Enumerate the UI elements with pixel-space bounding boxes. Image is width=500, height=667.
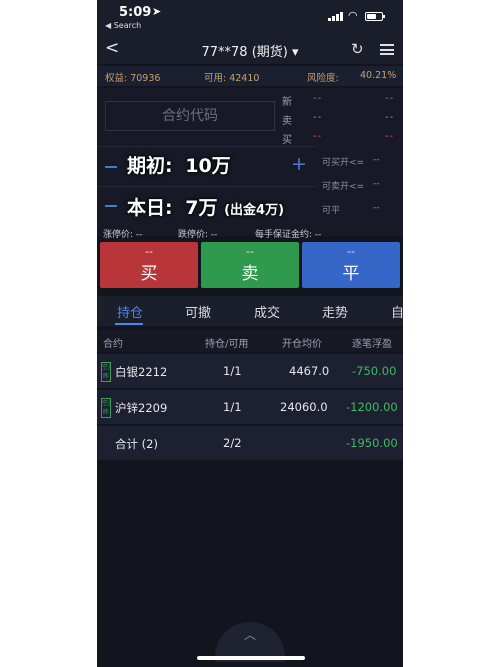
quote-last-change: -- [385, 93, 395, 104]
signal-icon [328, 11, 344, 21]
overlay-initial-capital: 期初: 10万 [127, 155, 231, 177]
price-limits: 涨停价: -- 跌停价: -- 每手保证金约: -- [97, 225, 403, 241]
total-qty: 2/2 [223, 436, 242, 450]
row-avg-price: 4467.0 [289, 364, 330, 378]
max-sell-open-value: -- [373, 179, 380, 189]
max-buy-open-label: 可买开<= [322, 158, 365, 168]
tab-trades[interactable]: 成交 [254, 302, 280, 321]
positions-table-header: 合约 持仓/可用 开仓均价 逐笔浮盈 [97, 330, 403, 352]
tab-cancellable[interactable]: 可撤 [185, 302, 211, 321]
buy-button[interactable]: -- 买 [100, 242, 198, 288]
menu-icon[interactable] [380, 44, 394, 55]
closable-value: -- [373, 203, 380, 213]
row-qty: 1/1 [223, 364, 242, 378]
back-to-search-link[interactable]: ◀ Search [105, 21, 141, 30]
short-yesterday-badge: 空/昨 [101, 398, 111, 418]
quote-last-value: -- [313, 93, 323, 104]
refresh-icon[interactable]: ↻ [351, 40, 364, 58]
sell-button[interactable]: -- 卖 [201, 242, 299, 288]
account-summary: 权益: 70936 可用: 42410 风险度: 40.21% [97, 66, 403, 86]
nav-bar: < 77**78 (期货) ▾ ↻ [97, 36, 403, 64]
quote-label-ask: 卖 [282, 116, 292, 127]
col-float-pnl: 逐笔浮盈 [352, 339, 392, 350]
plus-icon[interactable]: + [291, 153, 307, 175]
divider [97, 186, 317, 187]
quote-bid-price: -- [313, 131, 323, 142]
tab-custom[interactable]: 自 [391, 302, 403, 321]
divider [97, 146, 317, 147]
row-contract: 白银2212 [115, 365, 168, 379]
table-total-row: 合计 (2) 2/2 -1950.00 [97, 426, 403, 461]
col-position-available: 持仓/可用 [205, 339, 249, 350]
available-value: 可用: 42410 [204, 73, 260, 84]
quote-ask-volume: -- [385, 112, 395, 123]
contract-code-input[interactable]: 合约代码 [105, 101, 275, 131]
col-contract: 合约 [103, 339, 123, 350]
home-indicator[interactable] [197, 656, 305, 660]
battery-icon [365, 12, 385, 21]
wifi-icon: ◠ [348, 9, 358, 22]
quote-ask-price: -- [313, 112, 323, 123]
tab-positions[interactable]: 持仓 [117, 302, 143, 321]
app-screen: 5:09 ➤ ◀ Search ◠ < 77**78 (期货) ▾ ↻ 权益: … [97, 0, 403, 667]
row-pnl: -750.00 [352, 364, 397, 378]
close-position-button[interactable]: -- 平 [302, 242, 400, 288]
minus-icon[interactable] [105, 205, 117, 207]
quote-label-bid: 买 [282, 135, 292, 146]
table-row[interactable]: 空/昨 白银2212 1/1 4467.0 -750.00 [97, 354, 403, 389]
row-qty: 1/1 [223, 400, 242, 414]
total-pnl: -1950.00 [346, 436, 398, 450]
max-buy-open-value: -- [373, 155, 380, 165]
location-arrow-icon: ➤ [152, 5, 162, 18]
tab-trend[interactable]: 走势 [322, 302, 348, 321]
total-label: 合计 (2) [115, 437, 158, 451]
row-avg-price: 24060.0 [280, 400, 328, 414]
active-tab-indicator [115, 323, 143, 325]
status-bar: 5:09 ➤ ◀ Search ◠ [97, 0, 403, 36]
quote-label-last: 新 [282, 97, 292, 108]
overlay-today-capital: 本日: 7万 (出金4万) [127, 197, 285, 219]
chevron-up-icon: ︿ [243, 628, 256, 642]
limit-down-price: 跌停价: -- [178, 230, 218, 240]
max-sell-open-label: 可卖开<= [322, 182, 365, 192]
status-time: 5:09 [119, 5, 152, 20]
col-open-avg-price: 开仓均价 [282, 339, 322, 350]
risk-label: 风险度: [307, 73, 339, 84]
order-panel: 合约代码 新 -- -- 卖 -- -- 买 -- -- + 期初: 10万 本… [97, 88, 403, 236]
minus-icon[interactable] [105, 166, 117, 168]
equity-value: 权益: 70936 [105, 73, 161, 84]
row-pnl: -1200.00 [346, 400, 398, 414]
quote-bid-volume: -- [385, 131, 395, 142]
closable-label: 可平 [322, 206, 341, 216]
table-row[interactable]: 空/昨 沪锌2209 1/1 24060.0 -1200.00 [97, 390, 403, 425]
limit-up-price: 涨停价: -- [103, 230, 143, 240]
row-contract: 沪锌2209 [115, 401, 168, 415]
tab-bar: 持仓 可撤 成交 走势 自 [97, 296, 403, 326]
margin-per-lot: 每手保证金约: -- [255, 230, 322, 240]
risk-value: 40.21% [360, 70, 397, 81]
short-yesterday-badge: 空/昨 [101, 362, 111, 382]
